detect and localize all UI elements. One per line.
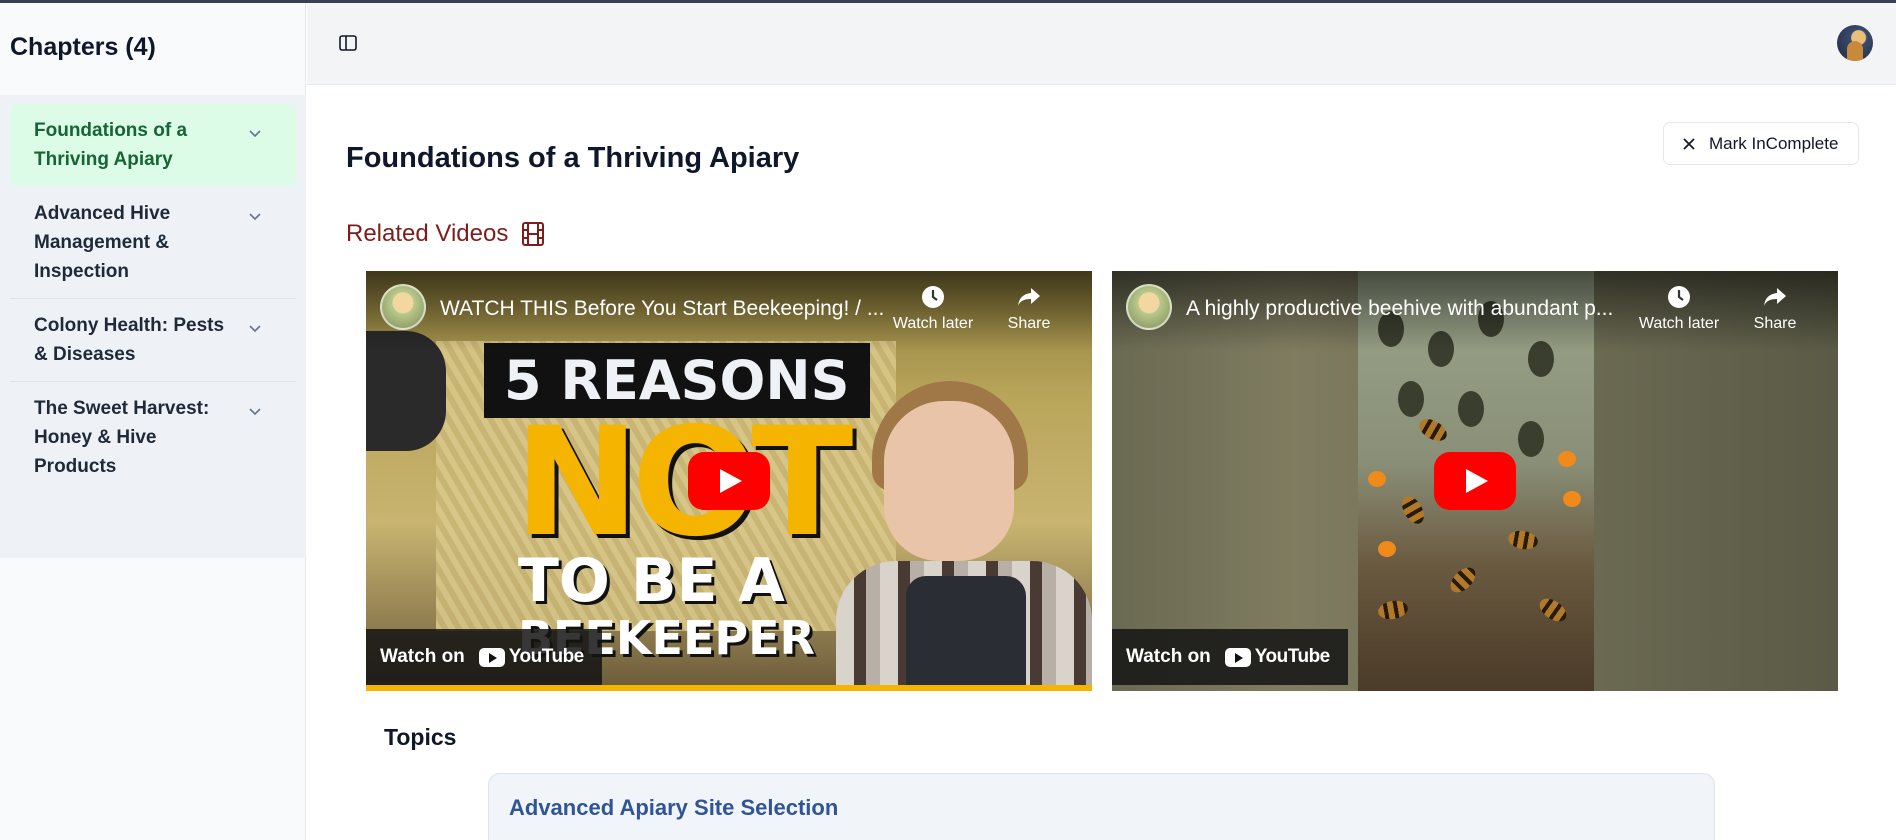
watch-later-button[interactable]: Watch later <box>1634 283 1724 333</box>
chevron-down-icon[interactable] <box>248 126 262 140</box>
share-icon <box>1764 288 1786 306</box>
chevron-down-icon[interactable] <box>248 209 262 223</box>
clock-icon <box>922 286 944 308</box>
topic-title[interactable]: Advanced Apiary Site Selection <box>509 795 838 821</box>
chapter-label: Advanced Hive Management & Inspection <box>34 203 171 282</box>
chapter-item-sweet-harvest[interactable]: The Sweet Harvest: Honey & Hive Products <box>10 382 296 493</box>
share-button[interactable]: Share <box>1730 283 1820 333</box>
topics-heading: Topics <box>384 724 457 750</box>
thumbnail-stripe <box>366 685 1092 691</box>
related-videos-heading: Related Videos <box>346 220 546 248</box>
share-icon <box>1018 288 1040 306</box>
channel-avatar[interactable] <box>1126 284 1172 330</box>
chevron-down-icon[interactable] <box>248 404 262 418</box>
watch-later-label: Watch later <box>1638 315 1720 332</box>
watch-on-youtube-button[interactable]: Watch on YouTube <box>1112 629 1348 685</box>
sidebar-panel-icon[interactable] <box>337 32 359 54</box>
video-title[interactable]: A highly productive beehive with abundan… <box>1186 297 1646 321</box>
youtube-logo-icon: YouTube <box>478 646 584 668</box>
clock-icon <box>1668 286 1690 308</box>
close-icon <box>1683 137 1695 150</box>
thumbnail-person <box>836 361 1092 691</box>
chapter-item-colony-health[interactable]: Colony Health: Pests & Diseases <box>10 299 296 382</box>
mark-incomplete-label: Mark InComplete <box>1709 133 1839 153</box>
video-title[interactable]: WATCH THIS Before You Start Beekeeping! … <box>440 297 900 321</box>
user-avatar[interactable] <box>1837 25 1873 61</box>
youtube-wordmark: YouTube <box>1254 646 1330 667</box>
play-button-icon[interactable] <box>688 452 770 510</box>
watch-later-label: Watch later <box>892 315 974 332</box>
sidebar-title: Chapters (4) <box>10 33 156 61</box>
play-button-icon[interactable] <box>1434 452 1516 510</box>
channel-avatar[interactable] <box>380 284 426 330</box>
youtube-wordmark: YouTube <box>508 646 584 667</box>
chapter-item-foundations[interactable]: Foundations of a Thriving Apiary <box>10 104 296 186</box>
video-embed-1[interactable]: 5 REASONS NOT TO BE A BEEKEEPER WATCH TH… <box>366 271 1092 691</box>
related-videos-label: Related Videos <box>346 220 509 247</box>
mark-incomplete-button[interactable]: Mark InComplete <box>1663 122 1859 165</box>
share-label: Share <box>1007 315 1051 332</box>
watch-on-label: Watch on <box>380 646 465 667</box>
share-label: Share <box>1753 315 1797 332</box>
watch-on-youtube-button[interactable]: Watch on YouTube <box>366 629 602 685</box>
chapters-sidebar: Chapters (4) Foundations of a Thriving A… <box>0 3 306 840</box>
chapter-label: Foundations of a Thriving Apiary <box>34 120 188 170</box>
chapter-label: The Sweet Harvest: Honey & Hive Products <box>34 398 210 477</box>
thumbnail-text-tobea: TO BE A <box>518 546 785 616</box>
share-button[interactable]: Share <box>984 283 1074 333</box>
chapter-item-hive-management[interactable]: Advanced Hive Management & Inspection <box>10 187 296 299</box>
chevron-down-icon[interactable] <box>248 321 262 335</box>
top-header <box>307 3 1896 85</box>
watch-later-button[interactable]: Watch later <box>888 283 978 333</box>
chapter-label: Colony Health: Pests & Diseases <box>34 315 225 365</box>
page-title: Foundations of a Thriving Apiary <box>346 142 800 174</box>
youtube-logo-icon: YouTube <box>1224 646 1330 668</box>
film-icon <box>522 222 545 246</box>
video-embed-2[interactable]: A highly productive beehive with abundan… <box>1112 271 1838 691</box>
chapter-list: Foundations of a Thriving Apiary Advance… <box>0 95 306 558</box>
topic-card[interactable]: Advanced Apiary Site Selection <box>488 773 1715 840</box>
watch-on-label: Watch on <box>1126 646 1211 667</box>
